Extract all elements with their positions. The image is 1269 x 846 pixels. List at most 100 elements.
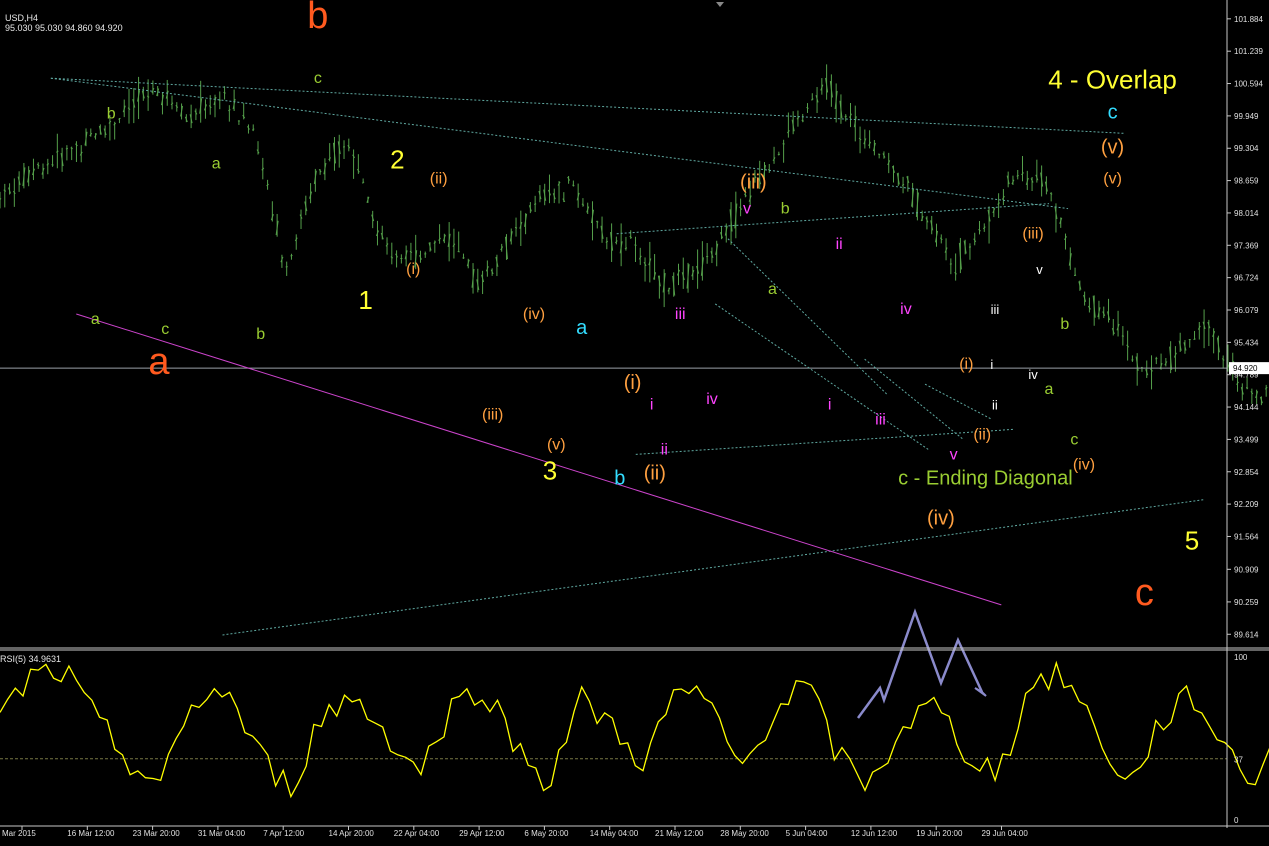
wave-label: a — [576, 317, 588, 339]
symbol-period: USD,H4 — [5, 13, 39, 23]
x-tick-label: 12 Jun 12:00 — [851, 829, 898, 838]
channel-line — [714, 303, 929, 450]
wave-label: iv — [900, 301, 912, 318]
x-tick-label: 16 Mar 12:00 — [67, 829, 115, 838]
rsi-level-label: 100 — [1234, 653, 1248, 662]
wave-label: iv — [706, 391, 718, 408]
x-tick-label: 14 May 04:00 — [590, 829, 639, 838]
magenta-trendline — [76, 313, 1002, 606]
wave-label: iii — [991, 302, 1000, 317]
wave-label: c — [1070, 431, 1078, 448]
rsi-line — [0, 660, 1269, 799]
wave-label: i — [990, 357, 993, 372]
candle-body — [3, 189, 7, 192]
wave-label: a — [768, 281, 777, 298]
wave-label: (v) — [1101, 136, 1124, 158]
y-tick-label: 96.079 — [1234, 306, 1259, 315]
y-tick-label: 98.014 — [1234, 209, 1259, 218]
axes: 101.884 101.239 100.594 99.949 99.304 98.659 9… — [0, 0, 1269, 838]
candle-body — [290, 254, 293, 257]
x-tick-label: 23 Mar 20:00 — [133, 829, 181, 838]
wave-label: b — [307, 0, 328, 37]
wave-label: 4 - Overlap — [1048, 64, 1177, 94]
candle-body — [901, 184, 905, 186]
y-tick-label: 90.259 — [1234, 598, 1259, 607]
wave-label: i — [828, 396, 832, 413]
candle-body — [844, 115, 847, 118]
x-tick-label: 6 May 20:00 — [524, 829, 569, 838]
wave-label: (i) — [624, 372, 642, 394]
candle-body — [127, 107, 131, 110]
candle-body — [629, 235, 633, 239]
y-tick-label: 90.909 — [1234, 565, 1259, 574]
wave-label: v — [1036, 262, 1043, 277]
candle-body — [801, 119, 804, 122]
channel-line — [50, 77, 1126, 134]
x-tick-label: Mar 2015 — [2, 829, 36, 838]
candle-body — [1245, 387, 1249, 389]
wave-label: (ii) — [430, 171, 448, 188]
wave-label: c - Ending Diagonal — [898, 467, 1073, 489]
candle-body — [878, 153, 881, 155]
candle-body — [46, 163, 50, 166]
y-tick-label: 92.854 — [1234, 468, 1259, 477]
candle-body — [170, 102, 174, 106]
candle-body — [777, 153, 781, 156]
wave-label: b — [781, 201, 790, 218]
wave-label: (i) — [406, 261, 420, 278]
wave-label: ii — [992, 397, 998, 412]
wave-label: c — [1135, 572, 1154, 614]
wave-label: c — [1108, 101, 1118, 123]
wave-label: (ii) — [973, 426, 991, 443]
chart-header: USD,H4 95.030 95.030 94.860 94.920 — [0, 3, 123, 33]
ohlc-values: 95.030 95.030 94.860 94.920 — [5, 23, 123, 33]
candle-body — [1016, 174, 1019, 177]
wave-label: (iii) — [740, 172, 767, 194]
wave-label: i — [650, 396, 654, 413]
wave-label: 3 — [543, 455, 557, 485]
wave-labels: baccbacab1234 - Overlap5(ii)(i)(iii)(iv)… — [91, 0, 1199, 614]
chart-area: baccbacab1234 - Overlap5(ii)(i)(iii)(iv)… — [0, 0, 1269, 838]
candle-body — [954, 272, 957, 275]
wave-label: b — [1060, 316, 1069, 333]
candle-body — [65, 147, 69, 150]
wave-label: (iv) — [1073, 456, 1095, 473]
candle-body — [1155, 357, 1158, 360]
candle-body — [806, 106, 809, 109]
scroll-marker-icon — [716, 2, 724, 7]
candle-body — [433, 241, 437, 244]
wave-label: v — [743, 201, 751, 218]
y-tick-label: 99.949 — [1234, 112, 1259, 121]
candle-body — [997, 202, 1000, 205]
wave-label: iv — [1028, 367, 1038, 382]
wave-label: 5 — [1185, 526, 1199, 556]
current-price-label: 94.920 — [1233, 364, 1258, 373]
x-tick-label: 31 Mar 04:00 — [198, 829, 246, 838]
candle-body — [1049, 192, 1053, 195]
channel-line — [727, 238, 888, 395]
wave-label: iii — [875, 411, 886, 428]
wave-label: (v) — [547, 436, 566, 453]
y-tick-label: 91.564 — [1234, 532, 1259, 541]
candle-body — [596, 220, 599, 223]
candle-body — [624, 247, 628, 250]
rsi-panel — [0, 660, 1269, 799]
wave-label: b — [107, 105, 116, 122]
y-tick-label: 96.724 — [1234, 274, 1259, 283]
x-tick-label: 7 Apr 12:00 — [263, 829, 304, 838]
x-tick-label: 14 Apr 20:00 — [329, 829, 375, 838]
wave-label: a — [148, 341, 170, 383]
candle-body — [1193, 338, 1196, 340]
channel-line — [924, 383, 993, 420]
candle-body — [1221, 358, 1225, 361]
y-tick-label: 99.304 — [1234, 144, 1259, 153]
wave-label: c — [314, 70, 322, 87]
candle-body — [118, 117, 121, 120]
x-tick-label: 21 May 12:00 — [655, 829, 704, 838]
wave-label: b — [256, 326, 265, 343]
candle-body — [409, 250, 413, 254]
candle-body — [223, 91, 226, 94]
candle-body — [810, 98, 814, 101]
wave-label: (v) — [1103, 171, 1122, 188]
wave-label: (iii) — [1022, 226, 1043, 243]
